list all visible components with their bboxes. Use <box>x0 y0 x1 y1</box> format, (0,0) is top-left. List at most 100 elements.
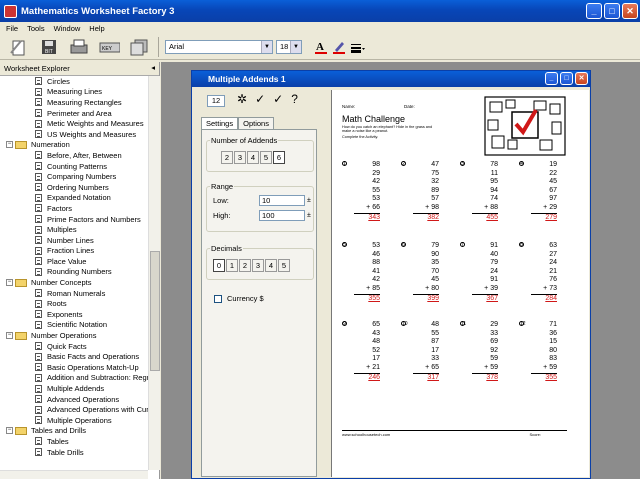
copies-icon[interactable] <box>128 38 150 56</box>
tree-item[interactable]: Addition and Subtraction: Regro <box>0 373 148 384</box>
decimals-option-0[interactable]: 0 <box>213 259 225 272</box>
decimals-option-4[interactable]: 4 <box>265 259 277 272</box>
tree-item[interactable]: Roots <box>0 298 148 309</box>
worksheet-icon <box>35 352 42 361</box>
tree-item[interactable]: Multiple Addends <box>0 383 148 394</box>
tree-item[interactable]: Tables <box>0 436 148 447</box>
decimals-option-1[interactable]: 1 <box>226 259 238 272</box>
tree-item[interactable]: Exponents <box>0 309 148 320</box>
tree-item[interactable]: Table Drills <box>0 447 148 458</box>
range-group: Range Low: 10 ± High: 100 ± <box>206 182 314 232</box>
addend: + 88 <box>484 203 498 211</box>
collapse-icon[interactable]: − <box>6 141 13 149</box>
collapse-icon[interactable]: − <box>6 332 13 340</box>
close-button[interactable]: ✕ <box>622 3 638 19</box>
worksheet-icon <box>35 193 42 202</box>
addends-option-2[interactable]: 2 <box>221 151 233 164</box>
addends-option-4[interactable]: 4 <box>247 151 259 164</box>
new-worksheet-icon[interactable] <box>8 38 30 56</box>
tree-item[interactable]: Measuring Lines <box>0 87 148 98</box>
tree-item[interactable]: Fraction Lines <box>0 246 148 257</box>
tree-item[interactable]: Basic Operations Match-Up <box>0 362 148 373</box>
tree-item[interactable]: Quick Facts <box>0 341 148 352</box>
minimize-button[interactable]: _ <box>586 3 602 19</box>
tree-item[interactable]: Scientific Notation <box>0 320 148 331</box>
tree-item[interactable]: Roman Numerals <box>0 288 148 299</box>
tree-folder[interactable]: − Numeration <box>0 140 148 151</box>
menu-help[interactable]: Help <box>89 24 104 33</box>
tree-item[interactable]: Basic Facts and Operations <box>0 351 148 362</box>
menu-window[interactable]: Window <box>54 24 81 33</box>
worksheet-page: Name: Date: Math Challenge How do you ca… <box>342 94 567 454</box>
collapse-icon[interactable]: − <box>6 279 13 287</box>
svg-text:A: A <box>316 41 324 53</box>
addend: 76 <box>549 276 557 284</box>
check-answers-icon[interactable]: ✓ <box>255 92 265 106</box>
check-all-icon[interactable]: ✓ <box>273 92 283 106</box>
child-maximize-button[interactable]: □ <box>560 72 573 85</box>
explorer-horizontal-scrollbar[interactable] <box>0 470 148 479</box>
font-size-select[interactable]: 18 ▼ <box>276 39 302 54</box>
addend: + 80 <box>425 284 439 292</box>
tree-folder[interactable]: − Tables and Drills <box>0 426 148 437</box>
tree-item[interactable]: Prime Factors and Numbers <box>0 214 148 225</box>
tree-item[interactable]: Counting Patterns <box>0 161 148 172</box>
addend: 52 <box>372 346 380 354</box>
tree-item[interactable]: Place Value <box>0 256 148 267</box>
font-select[interactable]: Arial ▼ <box>165 39 273 54</box>
maximize-button[interactable]: □ <box>604 3 620 19</box>
low-input[interactable]: 10 <box>259 195 305 206</box>
menu-file[interactable]: File <box>6 24 18 33</box>
addends-option-5[interactable]: 5 <box>260 151 272 164</box>
answer: 367 <box>486 294 498 302</box>
child-minimize-button[interactable]: _ <box>545 72 558 85</box>
addend: 24 <box>490 267 498 275</box>
tree-item[interactable]: Rounding Numbers <box>0 267 148 278</box>
font-color-icon[interactable]: A <box>314 38 328 56</box>
addends-option-3[interactable]: 3 <box>234 151 246 164</box>
tree-item[interactable]: Perimeter and Area <box>0 108 148 119</box>
menu-bar: File Tools Window Help <box>0 22 640 34</box>
addend: 2 47 <box>401 161 439 168</box>
decimals-option-5[interactable]: 5 <box>278 259 290 272</box>
collapse-icon[interactable]: − <box>6 427 13 435</box>
addend: 42 <box>372 276 380 284</box>
problem-count-field[interactable]: 12 <box>207 95 225 107</box>
tree-item[interactable]: Advanced Operations with Curre <box>0 404 148 415</box>
collapse-pane-icon[interactable]: ◂ <box>151 63 155 72</box>
scrollbar-thumb[interactable] <box>150 251 160 371</box>
tree-item[interactable]: Measuring Rectangles <box>0 97 148 108</box>
tree-item[interactable]: Advanced Operations <box>0 394 148 405</box>
tree-item[interactable]: Number Lines <box>0 235 148 246</box>
tree-item[interactable]: Comparing Numbers <box>0 171 148 182</box>
high-spinner[interactable]: ± <box>307 212 311 219</box>
decimals-option-3[interactable]: 3 <box>252 259 264 272</box>
tree-item[interactable]: Metic Weights and Measures <box>0 118 148 129</box>
child-close-button[interactable]: ✕ <box>575 72 588 85</box>
tree-item[interactable]: US Weights and Measures <box>0 129 148 140</box>
tree-item[interactable]: Multiple Operations <box>0 415 148 426</box>
decimals-option-2[interactable]: 2 <box>239 259 251 272</box>
tree-item[interactable]: Circles <box>0 76 148 87</box>
tree-item[interactable]: Multiples <box>0 224 148 235</box>
explorer-scrollbar[interactable] <box>148 76 160 470</box>
currency-checkbox[interactable]: Currency $ <box>214 294 264 303</box>
tree-folder[interactable]: − Number Operations <box>0 330 148 341</box>
addends-option-6[interactable]: 6 <box>273 151 285 164</box>
gear-icon[interactable]: ✲ <box>237 92 247 106</box>
tree-folder[interactable]: − Number Concepts <box>0 277 148 288</box>
tree-item[interactable]: Expanded Notation <box>0 193 148 204</box>
high-input[interactable]: 100 <box>259 210 305 221</box>
line-style-icon[interactable] <box>350 38 366 56</box>
addition-problem: 9 65 43 48 52 17 + 21 246 <box>342 321 380 382</box>
low-spinner[interactable]: ± <box>307 197 311 204</box>
save-icon[interactable]: BIT <box>38 38 60 56</box>
answer-key-icon[interactable]: KEY <box>98 38 120 56</box>
print-icon[interactable] <box>68 38 90 56</box>
tree-item[interactable]: Ordering Numbers <box>0 182 148 193</box>
highlight-icon[interactable] <box>332 38 346 56</box>
tree-item[interactable]: Factors <box>0 203 148 214</box>
tree-item[interactable]: Before, After, Between <box>0 150 148 161</box>
menu-tools[interactable]: Tools <box>27 24 45 33</box>
help-icon[interactable]: ? <box>291 92 298 106</box>
